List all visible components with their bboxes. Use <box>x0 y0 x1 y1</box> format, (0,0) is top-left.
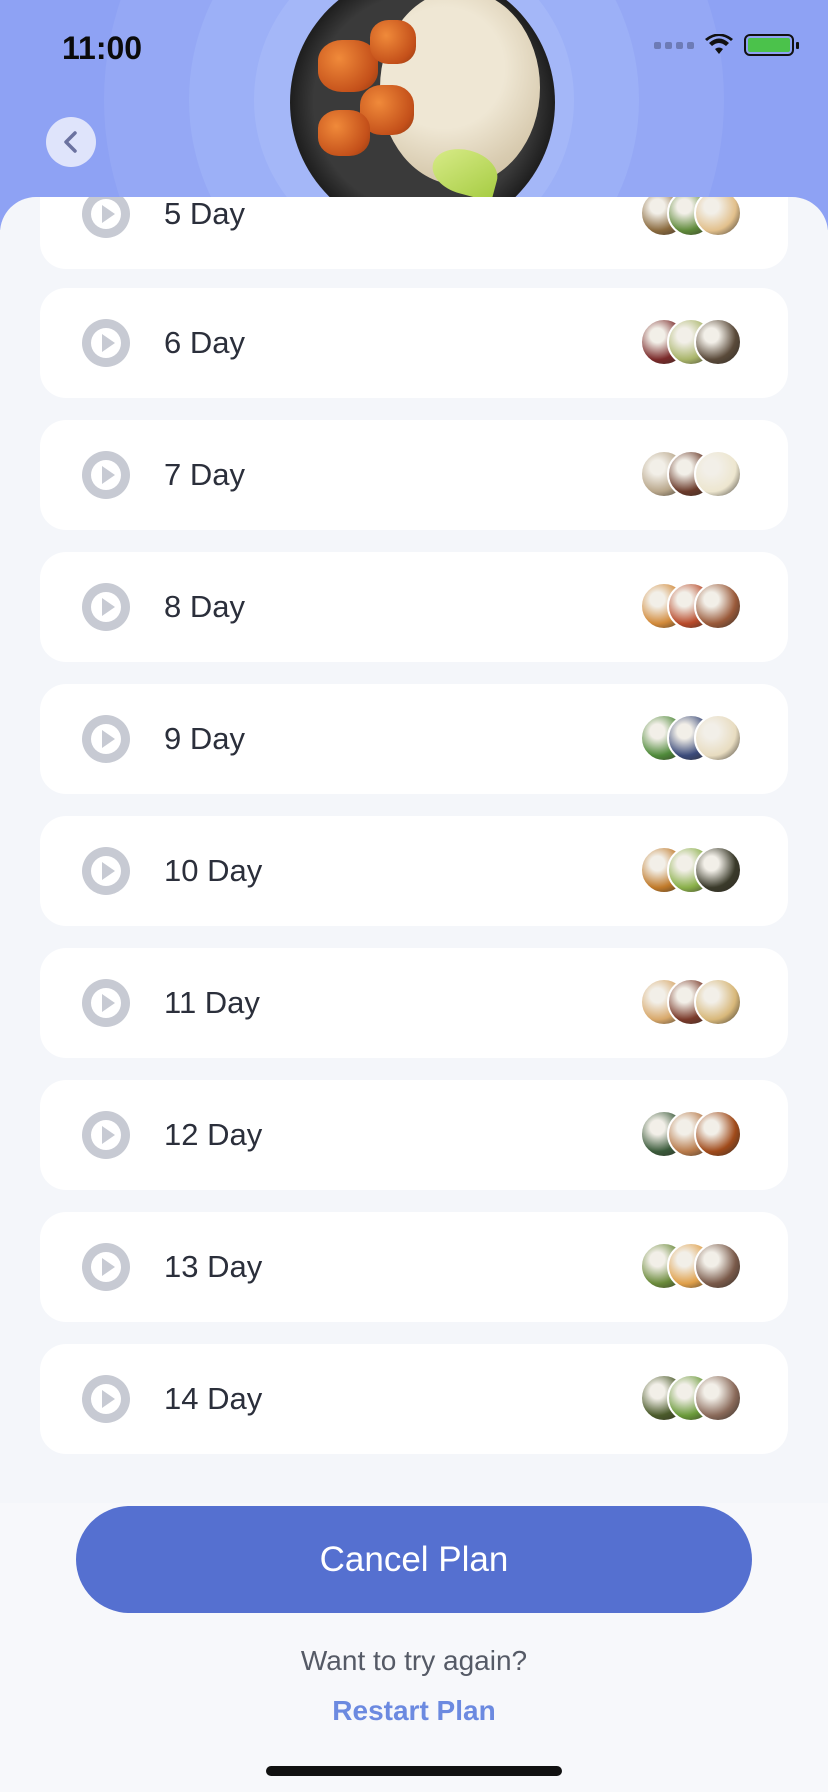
meal-thumbnail <box>694 318 742 366</box>
meal-thumbnails <box>640 714 744 764</box>
chevron-left-icon <box>64 131 77 153</box>
play-circle-icon <box>82 319 130 367</box>
day-row[interactable]: 12 Day <box>40 1080 788 1190</box>
play-circle-icon <box>82 979 130 1027</box>
day-label: 14 Day <box>164 1381 263 1416</box>
day-label: 10 Day <box>164 853 263 888</box>
play-circle-icon <box>82 1243 130 1291</box>
back-button[interactable] <box>46 117 96 167</box>
chicken-piece <box>318 40 378 92</box>
status-time: 11:00 <box>62 30 143 66</box>
day-row[interactable]: 9 Day <box>40 684 788 794</box>
day-label: 9 Day <box>164 721 245 756</box>
wifi-icon <box>705 34 733 54</box>
restart-plan-link[interactable]: Restart Plan <box>0 1695 828 1727</box>
try-again-text: Want to try again? <box>300 1645 528 1676</box>
meal-thumbnails <box>640 318 744 368</box>
meal-thumbnail <box>694 450 742 498</box>
day-label: 6 Day <box>164 325 245 360</box>
day-row[interactable]: 6 Day <box>40 288 788 398</box>
meal-thumbnail <box>694 1242 742 1290</box>
meal-thumbnail <box>694 1374 742 1422</box>
meal-thumbnails <box>640 197 744 239</box>
cellular-signal-icon <box>654 41 694 49</box>
meal-thumbnail <box>694 197 742 237</box>
play-circle-icon <box>82 1111 130 1159</box>
day-label: 7 Day <box>164 457 245 492</box>
chicken-piece <box>318 110 370 156</box>
day-row[interactable]: 5 Day <box>40 197 788 269</box>
header-hero: 11:00 <box>0 0 828 230</box>
play-circle-icon <box>82 847 130 895</box>
day-row[interactable]: 11 Day <box>40 948 788 1058</box>
day-label: 13 Day <box>164 1249 263 1284</box>
battery-icon <box>744 34 799 56</box>
cancel-plan-button[interactable]: Cancel Plan <box>76 1506 752 1613</box>
day-row[interactable]: 7 Day <box>40 420 788 530</box>
home-indicator <box>266 1766 562 1776</box>
meal-thumbnails <box>640 1110 744 1160</box>
meal-thumbnails <box>640 1242 744 1292</box>
play-circle-icon <box>82 1375 130 1423</box>
chicken-piece <box>370 20 416 64</box>
day-row[interactable]: 13 Day <box>40 1212 788 1322</box>
day-label: 8 Day <box>164 589 245 624</box>
meal-thumbnails <box>640 846 744 896</box>
meal-thumbnail <box>694 582 742 630</box>
day-row[interactable]: 14 Day <box>40 1344 788 1454</box>
meal-thumbnails <box>640 582 744 632</box>
day-label: 11 Day <box>164 985 260 1020</box>
play-circle-icon <box>82 583 130 631</box>
play-circle-icon <box>82 451 130 499</box>
meal-thumbnails <box>640 978 744 1028</box>
day-label: 12 Day <box>164 1117 263 1152</box>
meal-thumbnail <box>694 1110 742 1158</box>
meal-thumbnails <box>640 1374 744 1424</box>
day-label: 5 Day <box>164 197 245 231</box>
day-row[interactable]: 8 Day <box>40 552 788 662</box>
play-circle-icon <box>82 197 130 238</box>
meal-thumbnail <box>694 846 742 894</box>
meal-thumbnails <box>640 450 744 500</box>
meal-thumbnail <box>694 978 742 1026</box>
play-circle-icon <box>82 715 130 763</box>
meal-thumbnail <box>694 714 742 762</box>
day-row[interactable]: 10 Day <box>40 816 788 926</box>
status-icons <box>654 34 799 56</box>
